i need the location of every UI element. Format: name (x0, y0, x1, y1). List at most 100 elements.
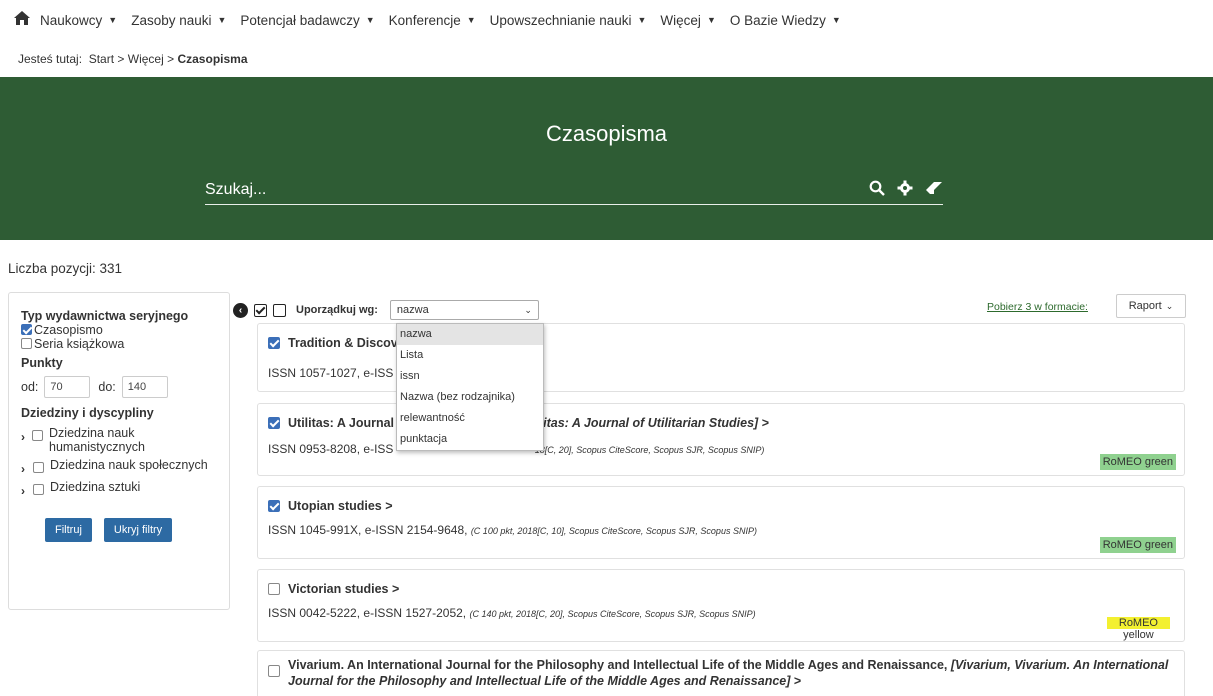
sort-select[interactable]: nazwa ⌄ (389, 300, 539, 320)
result-issn: ISSN 1057-1027, e-ISS (268, 366, 394, 380)
points-to-input[interactable] (121, 376, 168, 398)
filter-points-heading: Punkty (21, 356, 63, 370)
report-button[interactable]: Raport ⌄ (1116, 294, 1186, 318)
field-art[interactable]: › Dziedzina sztuki (21, 480, 219, 498)
chevron-right-icon[interactable]: › (21, 462, 33, 476)
filter-fields-heading: Dziedziny i dyscypliny (21, 406, 154, 420)
filter-button[interactable]: Filtruj (45, 518, 92, 542)
sort-option-nazwa[interactable]: nazwa (397, 324, 543, 345)
sort-option-issn[interactable]: issn (397, 366, 543, 387)
chevron-down-icon: ⌄ (1165, 300, 1174, 311)
romeo-badge: RoMEO yellow (1106, 617, 1170, 641)
report-label: Raport (1128, 300, 1162, 312)
nav-naukowcy[interactable]: Naukowcy ▼ (40, 13, 117, 28)
result-title-block: Vivarium. An International Journal for t… (288, 657, 1178, 689)
chevron-down-icon: ⌄ (524, 304, 532, 315)
field-social[interactable]: › Dziedzina nauk społecznych (21, 458, 219, 476)
points-from-input[interactable] (44, 376, 91, 398)
checkbox[interactable] (33, 484, 44, 495)
caret-down-icon: ▼ (831, 15, 841, 25)
home-icon[interactable] (14, 10, 30, 30)
chevron-right-icon[interactable]: › (21, 484, 33, 498)
filter-buttons: Filtruj Ukryj filtry (21, 518, 219, 542)
results-count: Liczba pozycji: 331 (8, 261, 123, 276)
nav-potencjal-badawczy[interactable]: Potencjał badawczy ▼ (240, 13, 374, 28)
field-humanities[interactable]: › Dziedzina nauk humanistycznych (21, 426, 219, 454)
caret-down-icon: ▼ (706, 15, 716, 25)
eraser-icon[interactable] (925, 181, 943, 200)
result-title[interactable]: Utopian studies > (268, 499, 393, 513)
nav-label: Naukowcy (40, 12, 103, 28)
result-title-text: Utopian studies (288, 499, 382, 513)
caret-down-icon: ▼ (637, 15, 647, 25)
nav-label: Zasoby nauki (131, 12, 212, 28)
result-alt-title: tilitas: A Journal of Utilitarian Studie… (532, 416, 769, 430)
sort-option-punktacja[interactable]: punktacja (397, 429, 543, 450)
checkbox[interactable] (32, 430, 44, 441)
result-title[interactable]: Tradition & Discov (268, 336, 398, 350)
filter-type-seria[interactable]: Seria książkowa (21, 337, 219, 351)
nav-label: O Bazie Wiedzy (729, 12, 826, 28)
breadcrumb: Jesteś tutaj: Start > Więcej > Czasopism… (18, 52, 248, 66)
sort-option-nazwa-bez-rodzajnika[interactable]: Nazwa (bez rodzajnika) (397, 387, 543, 408)
chevron-left-circle-icon[interactable]: ‹ (233, 302, 248, 318)
breadcrumb-prefix: Jesteś tutaj: (18, 52, 83, 66)
result-issn: ISSN 1045-991X, e-ISSN 2154-9648, (C 100… (268, 523, 757, 537)
chevron-right-icon[interactable]: › (21, 430, 32, 444)
from-label: od: (21, 380, 39, 394)
page-title: Czasopisma (545, 121, 668, 146)
checkbox-checked[interactable] (21, 324, 32, 335)
breadcrumb-sep: > (167, 52, 175, 66)
sort-option-lista[interactable]: Lista (397, 345, 543, 366)
result-card: Victorian studies > ISSN 0042-5222, e-IS… (257, 569, 1185, 642)
nav-konferencje[interactable]: Konferencje ▼ (389, 13, 476, 28)
caret-down-icon: ▼ (217, 15, 227, 25)
sort-option-relewantnosc[interactable]: relewantność (397, 408, 543, 429)
result-card: Vivarium. An International Journal for t… (257, 650, 1185, 696)
deselect-all-checkbox[interactable] (273, 303, 286, 317)
result-alt-text: [Vivarium, Vivarium. An (950, 658, 1090, 672)
result-meta: (C 100 pkt, 2018[C, 10], Scopus CiteScor… (470, 526, 757, 536)
search-bar (205, 177, 943, 205)
checkbox[interactable] (21, 338, 32, 349)
result-issn-text: ISSN 0953-8208, e-ISS (268, 442, 394, 456)
nav-wiecej[interactable]: Więcej ▼ (660, 13, 715, 28)
nav-zasoby-nauki[interactable]: Zasoby nauki ▼ (131, 13, 226, 28)
search-input[interactable] (205, 177, 805, 203)
hide-filters-button[interactable]: Ukryj filtry (103, 518, 173, 542)
breadcrumb-current: Czasopisma (177, 52, 248, 66)
select-all-checkbox[interactable] (254, 303, 267, 317)
nav-o-bazie-wiedzy[interactable]: O Bazie Wiedzy ▼ (730, 13, 841, 28)
gear-icon[interactable] (897, 180, 913, 201)
breadcrumb-more[interactable]: Więcej (128, 52, 164, 66)
checkbox[interactable] (268, 665, 280, 677)
field-label: Dziedzina sztuki (50, 480, 141, 494)
romeo-badge: RoMEO green (1099, 454, 1176, 470)
result-meta: (C 140 pkt, 2018[C, 20], Scopus CiteScor… (469, 609, 756, 619)
download-link[interactable]: Pobierz 3 w formacie: (987, 301, 1088, 313)
option-label: Seria książkowa (34, 337, 125, 351)
checkbox[interactable] (268, 583, 280, 595)
checkbox-checked[interactable] (268, 500, 280, 512)
result-issn-text: ISSN 0042-5222, e-ISSN 1527-2052, (268, 606, 467, 620)
breadcrumb-start[interactable]: Start (89, 52, 114, 66)
result-meta: 18[C, 20], Scopus CiteScore, Scopus SJR,… (534, 445, 765, 455)
checkbox-checked[interactable] (268, 337, 280, 349)
breadcrumb-sep: > (117, 52, 125, 66)
search-icon[interactable] (869, 180, 885, 201)
filter-type-heading: Typ wydawnictwa seryjnego (21, 309, 189, 323)
romeo-color: yellow (1123, 629, 1154, 641)
checkbox[interactable] (33, 462, 44, 473)
nav-label: Potencjał badawczy (240, 12, 360, 28)
nav-upowszechnianie-nauki[interactable]: Upowszechnianie nauki ▼ (490, 13, 647, 28)
result-card: Utopian studies > ISSN 1045-991X, e-ISSN… (257, 486, 1185, 559)
result-title-text: Tradition & Discov (288, 336, 398, 350)
result-title-text: Utilitas: A Journal (288, 416, 395, 430)
filter-type-czasopismo[interactable]: Czasopismo (21, 323, 219, 337)
checkbox-checked[interactable] (268, 417, 280, 429)
result-title[interactable]: Vivarium. An International Journal for t… (268, 657, 1178, 689)
to-label: do: (98, 380, 116, 394)
result-title[interactable]: Victorian studies > (268, 582, 399, 596)
hero-banner: Czasopisma (0, 77, 1213, 240)
nav-label: Więcej (660, 12, 701, 28)
